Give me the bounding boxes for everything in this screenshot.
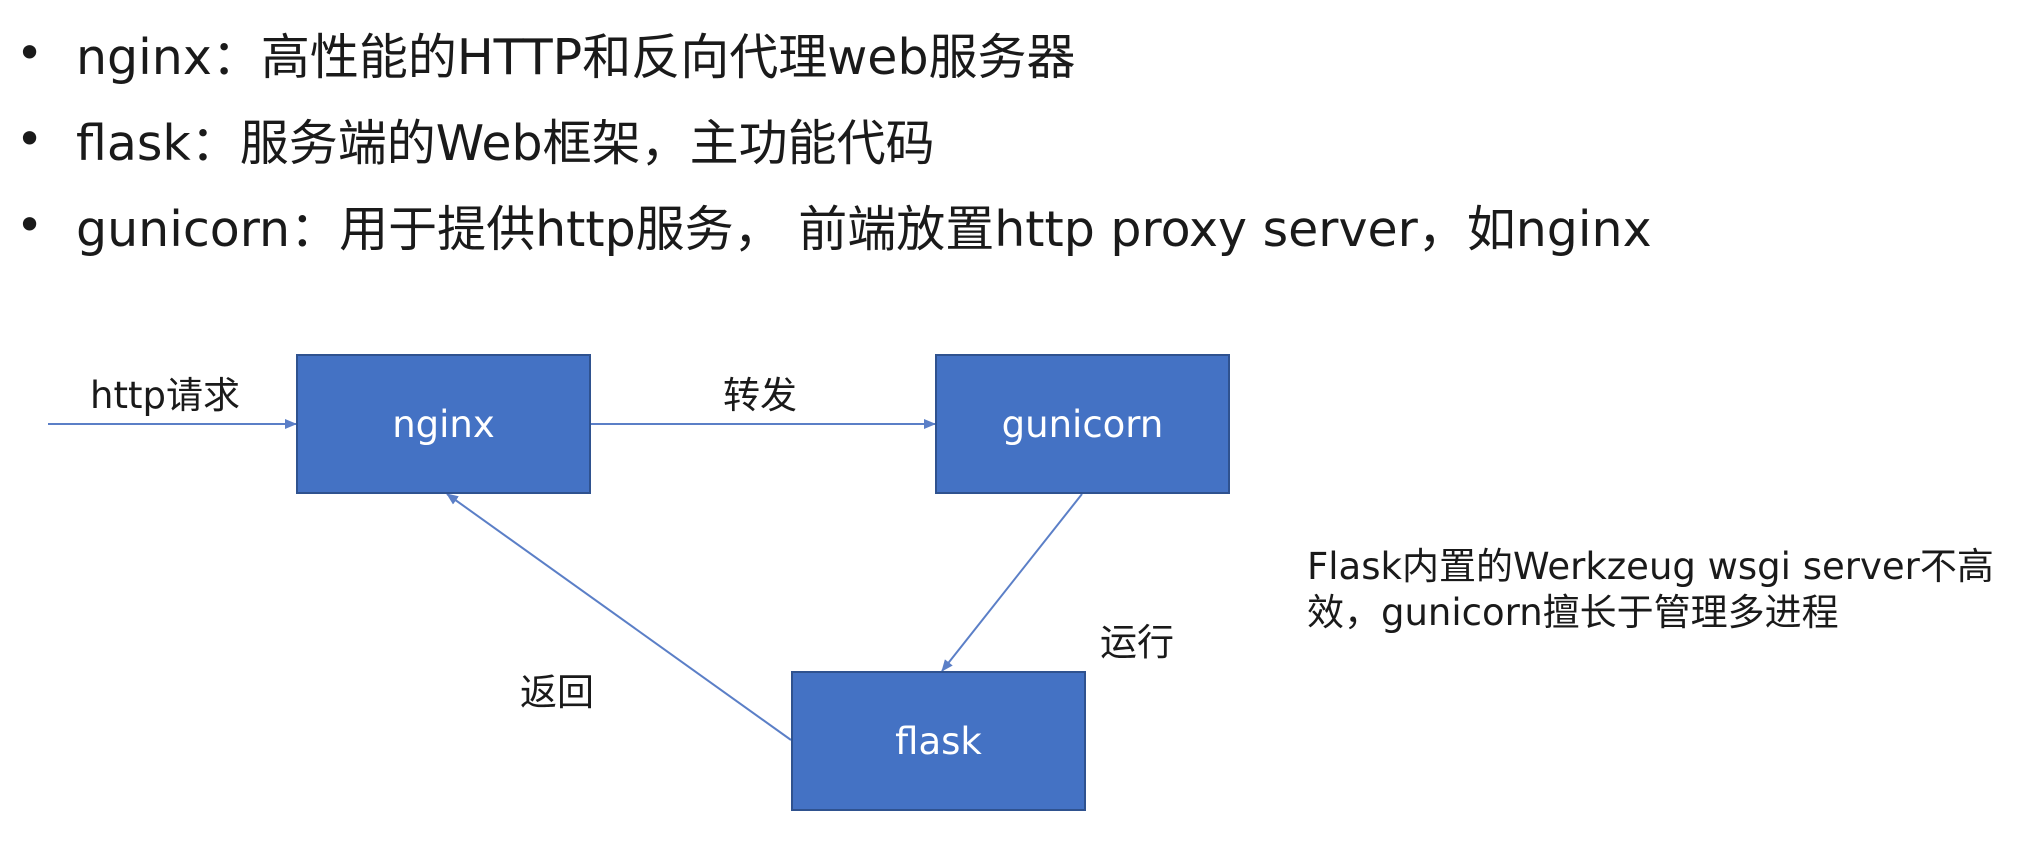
arrow-run: [941, 493, 1083, 672]
node-flask: flask: [791, 671, 1086, 811]
note-text: Flask内置的Werkzeug wsgi server不高 效，gunicor…: [1307, 544, 1994, 636]
label-run: 运行: [1100, 621, 1174, 664]
node-gunicorn: gunicorn: [935, 354, 1230, 494]
note-line: Flask内置的Werkzeug wsgi server不高: [1307, 545, 1994, 588]
label-forward: 转发: [723, 374, 797, 417]
node-nginx: nginx: [296, 354, 591, 494]
note-line: 效，gunicorn擅长于管理多进程: [1307, 591, 1839, 634]
arrow-return: [446, 493, 792, 741]
label-return: 返回: [520, 671, 594, 714]
label-http-request: http请求: [90, 374, 240, 417]
